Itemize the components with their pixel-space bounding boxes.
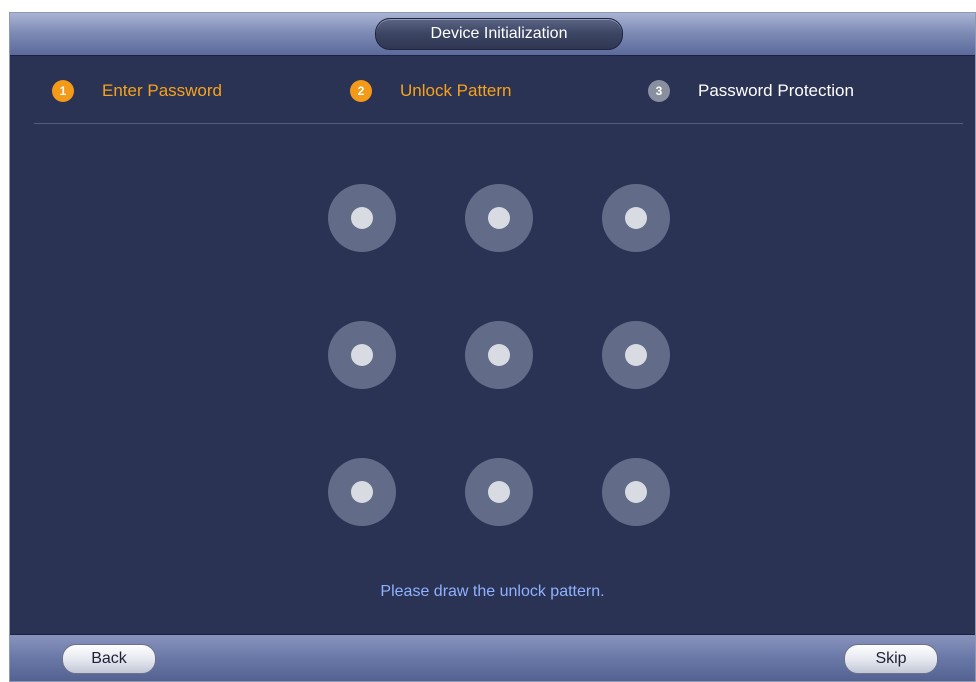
pattern-node[interactable]	[602, 458, 670, 526]
pattern-node-dot	[625, 481, 647, 503]
pattern-node[interactable]	[465, 321, 533, 389]
step-indicator: 1 Enter Password 2 Unlock Pattern 3 Pass…	[10, 71, 975, 111]
step-enter-password: 1 Enter Password	[52, 71, 222, 111]
step-label: Password Protection	[698, 81, 854, 100]
pattern-node-dot	[488, 344, 510, 366]
pattern-node-dot	[351, 344, 373, 366]
dialog-footer: Back Skip	[10, 634, 975, 681]
step-divider	[34, 123, 963, 124]
pattern-node-dot	[351, 207, 373, 229]
step-label: Enter Password	[102, 81, 222, 100]
step-password-protection: 3 Password Protection	[648, 71, 854, 111]
pattern-node-dot	[625, 207, 647, 229]
pattern-node-dot	[488, 207, 510, 229]
step-label: Unlock Pattern	[400, 81, 512, 100]
pattern-node-dot	[488, 481, 510, 503]
back-button[interactable]: Back	[62, 644, 156, 674]
step-number-badge: 2	[350, 80, 372, 102]
dialog-title: Device Initialization	[375, 18, 623, 50]
pattern-node-dot	[351, 481, 373, 503]
skip-button[interactable]: Skip	[844, 644, 938, 674]
pattern-node[interactable]	[602, 184, 670, 252]
title-bar: Device Initialization	[10, 13, 975, 56]
pattern-node[interactable]	[328, 321, 396, 389]
pattern-hint-text: Please draw the unlock pattern.	[380, 583, 605, 600]
pattern-node[interactable]	[602, 321, 670, 389]
pattern-node[interactable]	[465, 458, 533, 526]
pattern-node-dot	[625, 344, 647, 366]
step-number-badge: 3	[648, 80, 670, 102]
step-number-badge: 1	[52, 80, 74, 102]
unlock-pattern-grid[interactable]	[328, 184, 670, 526]
step-unlock-pattern: 2 Unlock Pattern	[350, 71, 512, 111]
device-initialization-dialog: Device Initialization 1 Enter Password 2…	[9, 12, 976, 682]
pattern-node[interactable]	[328, 458, 396, 526]
pattern-node[interactable]	[465, 184, 533, 252]
pattern-node[interactable]	[328, 184, 396, 252]
